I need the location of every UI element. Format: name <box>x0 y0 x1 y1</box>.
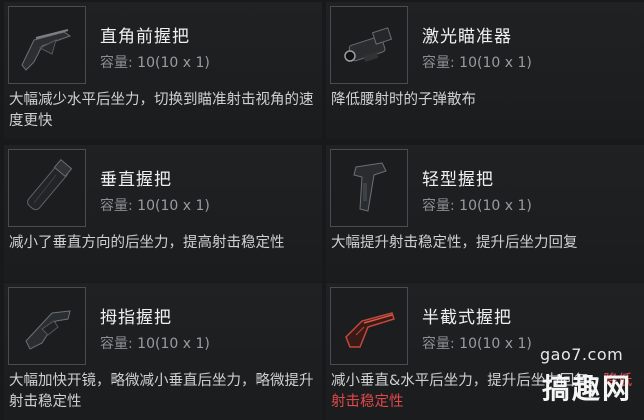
attachment-capacity: 容量: 10(10 x 1) <box>100 198 210 214</box>
attachment-thumbnail <box>8 6 86 84</box>
laser-sight-icon <box>344 27 393 63</box>
half-grip-icon <box>345 312 395 348</box>
attachment-description: 减小了垂直方向的后坐力，提高射击稳定性 <box>9 235 285 251</box>
attachment-capacity: 容量: 10(10 x 1) <box>422 198 532 214</box>
attachment-thumbnail <box>8 287 86 365</box>
watermark-brand: 搞趣网 <box>542 372 633 405</box>
watermark-site: gao7.com <box>540 345 624 364</box>
vertical-grip-icon <box>27 158 73 211</box>
attachment-thumbnail <box>330 287 408 365</box>
attachment-card-thumb-grip[interactable]: 拇指握把 容量: 10(10 x 1) 大幅加快开镜，略微减小垂直后坐力，略微提… <box>4 283 322 420</box>
attachment-capacity: 容量: 10(10 x 1) <box>422 55 532 71</box>
attachment-card-laser-sight[interactable]: 激光瞄准器 容量: 10(10 x 1) 降低腰射时的子弹散布 <box>326 2 644 139</box>
thumb-grip-icon <box>25 310 71 350</box>
attachment-name: 半截式握把 <box>422 308 512 328</box>
angled-grip-icon <box>21 29 72 71</box>
attachment-thumbnail <box>330 149 408 227</box>
attachment-thumbnail <box>8 149 86 227</box>
attachment-description: 大幅减少水平后坐力，切换到瞄准射击视角的速度更快 <box>9 92 314 129</box>
attachment-name: 垂直握把 <box>100 170 172 190</box>
attachment-capacity: 容量: 10(10 x 1) <box>100 55 210 71</box>
attachment-name: 激光瞄准器 <box>422 27 512 47</box>
attachment-card-light-grip[interactable]: 轻型握把 容量: 10(10 x 1) 大幅提升射击稳定性，提升后坐力回复 <box>326 145 644 282</box>
attachment-description: 降低腰射时的子弹散布 <box>331 92 476 108</box>
attachment-description: 大幅加快开镜，略微减小垂直后坐力，略微提升射击稳定性 <box>9 373 314 410</box>
attachment-capacity: 容量: 10(10 x 1) <box>100 336 210 352</box>
light-grip-icon <box>353 162 387 212</box>
attachment-card-angled-grip[interactable]: 直角前握把 容量: 10(10 x 1) 大幅减少水平后坐力，切换到瞄准射击视角… <box>4 2 322 139</box>
watermark: gao7.com 搞趣网 <box>492 345 642 415</box>
attachment-description: 大幅提升射击稳定性，提升后坐力回复 <box>331 235 578 251</box>
attachment-name: 直角前握把 <box>100 27 190 47</box>
attachment-name: 轻型握把 <box>422 170 494 190</box>
attachment-card-vertical-grip[interactable]: 垂直握把 容量: 10(10 x 1) 减小了垂直方向的后坐力，提高射击稳定性 <box>4 145 322 282</box>
attachment-thumbnail <box>330 6 408 84</box>
attachment-name: 拇指握把 <box>100 308 172 328</box>
